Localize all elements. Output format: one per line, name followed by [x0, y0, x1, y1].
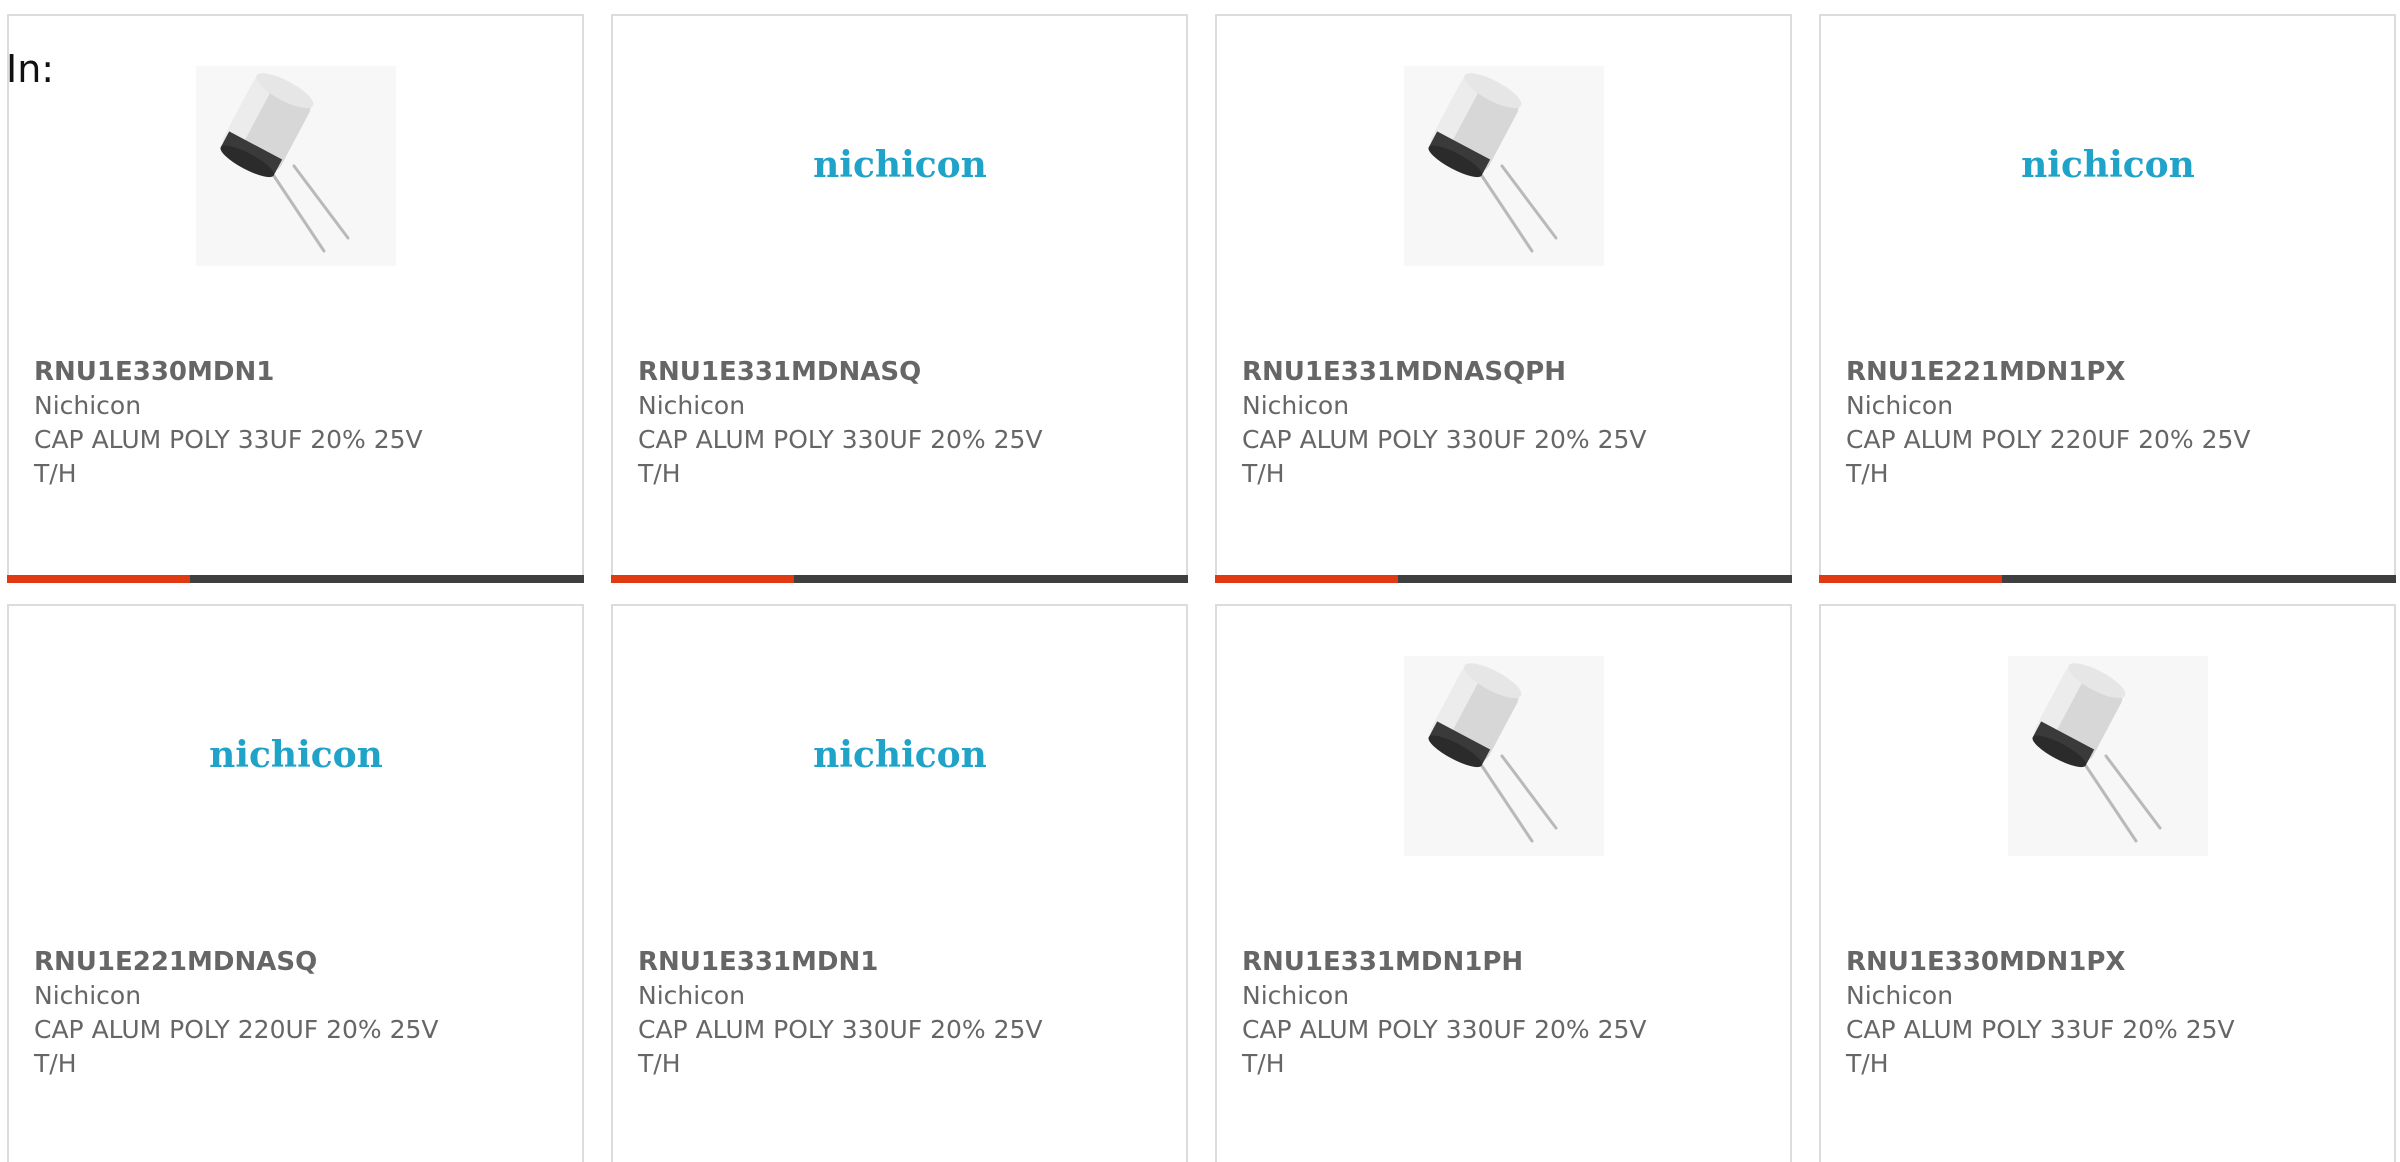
product-card[interactable]: nichicon RNU1E331MDN1 Nichicon CAP ALUM POL… — [611, 604, 1188, 1162]
product-info: RNU1E221MDN1PX Nichicon CAP ALUM POLY 220U… — [1846, 355, 2369, 491]
product-card[interactable]: RNU1E330MDN1 Nichicon CAP ALUM POLY 33UF 2… — [7, 14, 584, 583]
part-number-link[interactable]: RNU1E331MDN1PH — [1242, 945, 1765, 979]
product-image[interactable] — [1217, 66, 1790, 266]
card-accent-bar — [611, 575, 794, 583]
product-image[interactable]: nichicon — [9, 656, 582, 856]
product-image[interactable] — [1217, 656, 1790, 856]
product-image[interactable]: nichicon — [1821, 66, 2394, 266]
capacitor-photo — [2007, 656, 2208, 856]
manufacturer-name: Nichicon — [34, 391, 142, 420]
product-description: CAP ALUM POLY 330UF 20% 25V T/H — [638, 425, 1043, 488]
nichicon-logo: nichicon — [813, 734, 987, 776]
product-image[interactable]: nichicon — [613, 66, 1186, 266]
part-number-link[interactable]: RNU1E331MDN1 — [638, 945, 1161, 979]
product-description: CAP ALUM POLY 330UF 20% 25V T/H — [1242, 1015, 1647, 1078]
manufacturer-name: Nichicon — [1846, 981, 1954, 1010]
svg-text:nichicon: nichicon — [2021, 144, 2195, 186]
part-number-link[interactable]: RNU1E221MDNASQ — [34, 945, 557, 979]
product-image[interactable] — [1821, 656, 2394, 856]
manufacturer-name: Nichicon — [638, 981, 746, 1010]
manufacturer-name: Nichicon — [34, 981, 142, 1010]
svg-text:nichicon: nichicon — [813, 144, 987, 186]
manufacturer-name: Nichicon — [1242, 391, 1350, 420]
product-image[interactable] — [9, 66, 582, 266]
product-image[interactable]: nichicon — [613, 656, 1186, 856]
svg-text:nichicon: nichicon — [813, 734, 987, 776]
product-info: RNU1E331MDN1 Nichicon CAP ALUM POLY 330UF … — [638, 945, 1161, 1081]
card-accent-bar — [7, 575, 190, 583]
nichicon-logo: nichicon — [2021, 144, 2195, 186]
nichicon-logo: nichicon — [209, 734, 383, 776]
manufacturer-name: Nichicon — [638, 391, 746, 420]
capacitor-photo — [1403, 656, 1604, 856]
part-number-link[interactable]: RNU1E221MDN1PX — [1846, 355, 2369, 389]
product-description: CAP ALUM POLY 330UF 20% 25V T/H — [1242, 425, 1647, 488]
product-info: RNU1E221MDNASQ Nichicon CAP ALUM POLY 220U… — [34, 945, 557, 1081]
manufacturer-name: Nichicon — [1242, 981, 1350, 1010]
nichicon-logo: nichicon — [813, 144, 987, 186]
product-card[interactable]: nichicon RNU1E331MDNASQ Nichicon CAP ALUM P… — [611, 14, 1188, 583]
svg-text:nichicon: nichicon — [209, 734, 383, 776]
card-footer-bar — [7, 575, 584, 583]
card-footer-bar — [611, 575, 1188, 583]
product-info: RNU1E331MDNASQPH Nichicon CAP ALUM POLY 33… — [1242, 355, 1765, 491]
capacitor-photo — [195, 66, 396, 266]
manufacturer-name: Nichicon — [1846, 391, 1954, 420]
product-description: CAP ALUM POLY 330UF 20% 25V T/H — [638, 1015, 1043, 1078]
product-info: RNU1E331MDNASQ Nichicon CAP ALUM POLY 330U… — [638, 355, 1161, 491]
product-info: RNU1E330MDN1PX Nichicon CAP ALUM POLY 33UF… — [1846, 945, 2369, 1081]
part-number-link[interactable]: RNU1E330MDN1PX — [1846, 945, 2369, 979]
product-description: CAP ALUM POLY 33UF 20% 25V T/H — [34, 425, 423, 488]
product-info: RNU1E330MDN1 Nichicon CAP ALUM POLY 33UF 2… — [34, 355, 557, 491]
product-card[interactable]: RNU1E331MDNASQPH Nichicon CAP ALUM POLY 33… — [1215, 14, 1792, 583]
in-label: In: — [6, 47, 55, 91]
part-number-link[interactable]: RNU1E331MDNASQ — [638, 355, 1161, 389]
part-number-link[interactable]: RNU1E330MDN1 — [34, 355, 557, 389]
card-accent-bar — [1215, 575, 1398, 583]
product-listing-page: In: RNU1E330MDN1 Nichicon CAP ALUM POLY 33… — [0, 0, 2400, 1162]
product-card[interactable]: RNU1E330MDN1PX Nichicon CAP ALUM POLY 33UF… — [1819, 604, 2396, 1162]
card-footer-bar — [1819, 575, 2396, 583]
product-description: CAP ALUM POLY 220UF 20% 25V T/H — [1846, 425, 2251, 488]
product-card[interactable]: RNU1E331MDN1PH Nichicon CAP ALUM POLY 330U… — [1215, 604, 1792, 1162]
card-footer-bar — [1215, 575, 1792, 583]
capacitor-photo — [1403, 66, 1604, 266]
product-card[interactable]: nichicon RNU1E221MDN1PX Nichicon CAP ALUM P… — [1819, 14, 2396, 583]
product-description: CAP ALUM POLY 33UF 20% 25V T/H — [1846, 1015, 2235, 1078]
part-number-link[interactable]: RNU1E331MDNASQPH — [1242, 355, 1765, 389]
card-accent-bar — [1819, 575, 2002, 583]
product-info: RNU1E331MDN1PH Nichicon CAP ALUM POLY 330U… — [1242, 945, 1765, 1081]
product-card[interactable]: nichicon RNU1E221MDNASQ Nichicon CAP ALUM P… — [7, 604, 584, 1162]
product-description: CAP ALUM POLY 220UF 20% 25V T/H — [34, 1015, 439, 1078]
